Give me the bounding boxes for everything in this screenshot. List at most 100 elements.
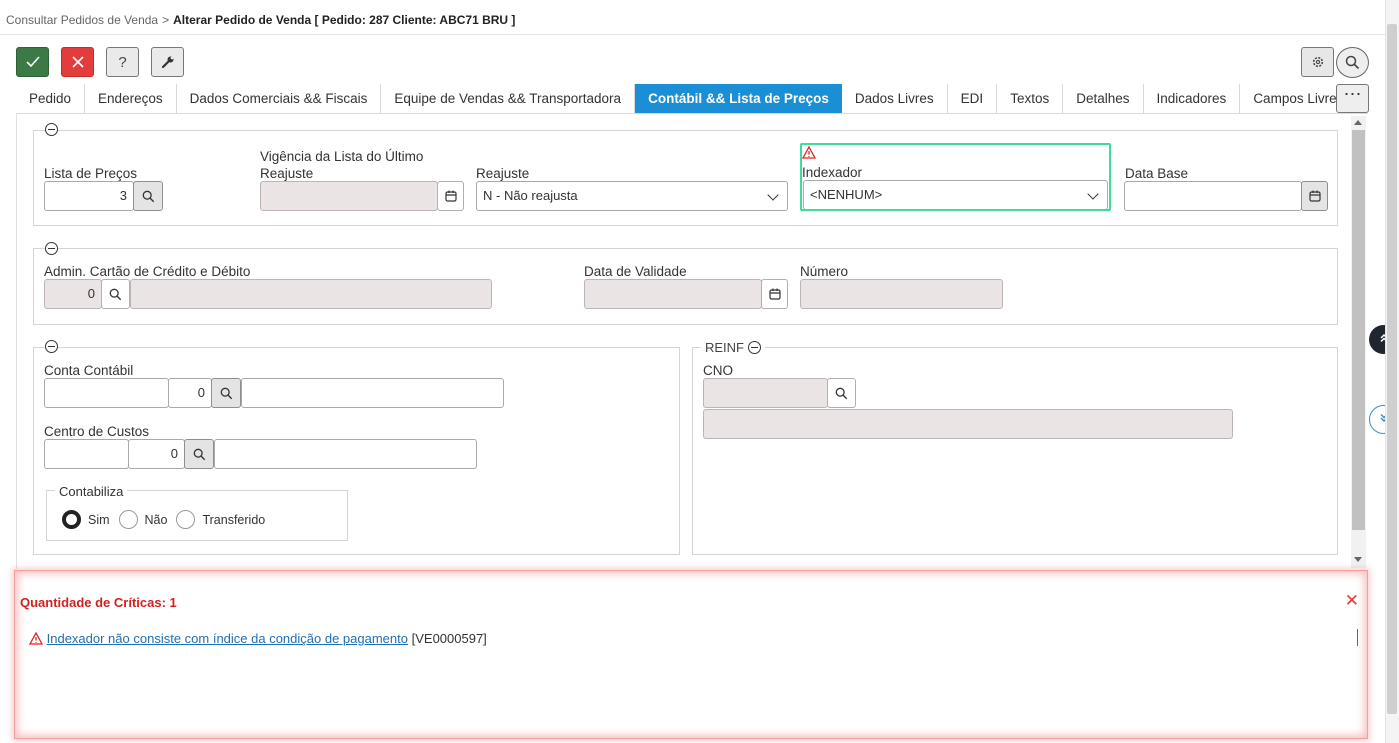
more-icon: ⋯ [1343, 84, 1362, 104]
collapse-panel-contabil-icon[interactable] [45, 340, 58, 353]
vigencia-label-line1: Vigência da Lista do Último [260, 149, 424, 164]
contabiliza-radio-group: Sim Não Transferido [62, 510, 274, 529]
reinf-title: REINF [705, 340, 744, 355]
centro-custos-search-button[interactable] [184, 439, 214, 469]
breadcrumb-parent-link[interactable]: Consultar Pedidos de Venda [6, 13, 158, 27]
tools-button[interactable] [151, 47, 184, 77]
indexador-selected-value: <NENHUM> [810, 187, 883, 202]
lista-precos-search-button[interactable] [133, 181, 163, 211]
admin-cartao-code-input[interactable]: 0 [44, 279, 102, 309]
collapse-panel-admin-icon[interactable] [45, 242, 58, 255]
search-icon [1345, 55, 1360, 70]
calendar-icon [444, 190, 457, 202]
calendar-icon [1308, 190, 1321, 202]
critics-item: Indexador não consiste com índice da con… [28, 631, 487, 646]
vigencia-input[interactable] [260, 181, 438, 211]
centro-custos-input[interactable] [44, 439, 129, 469]
cancel-button[interactable] [61, 47, 94, 77]
tabs-divider [16, 113, 1368, 114]
tab-equipe-vendas-transportadora[interactable]: Equipe de Vendas && Transportadora [381, 84, 636, 113]
data-base-input[interactable] [1124, 181, 1302, 211]
wrench-icon [161, 56, 173, 69]
lista-precos-input[interactable]: 3 [44, 181, 134, 211]
admin-cartao-search-button[interactable] [101, 279, 130, 309]
check-icon [25, 56, 40, 68]
centro-custos-description [214, 439, 477, 469]
settings-button[interactable] [1301, 47, 1334, 77]
scroll-up-arrow-icon[interactable] [1354, 120, 1362, 125]
content-border [16, 113, 17, 569]
reinf-legend: REINF [701, 340, 765, 355]
admin-cartao-description [130, 279, 492, 309]
gear-icon [1312, 56, 1323, 68]
data-base-calendar-button[interactable] [1301, 181, 1328, 211]
reajuste-select[interactable]: N - Não reajusta [476, 181, 788, 211]
content-scrollbar-thumb[interactable] [1352, 130, 1365, 530]
help-button[interactable]: ? [106, 47, 139, 77]
collapse-panel-reinf-icon[interactable] [748, 341, 761, 354]
global-search-button[interactable] [1336, 47, 1369, 78]
data-validade-calendar-button[interactable] [761, 279, 788, 309]
tab-indicadores[interactable]: Indicadores [1144, 84, 1241, 113]
data-validade-label: Data de Validade [584, 264, 687, 279]
vigencia-calendar-button[interactable] [437, 181, 464, 211]
tab-contabil-lista-precos[interactable]: Contábil && Lista de Preços [635, 84, 842, 113]
radio-sim[interactable]: Sim [62, 510, 110, 529]
cno-description [703, 409, 1233, 439]
conta-contabil-description [241, 378, 504, 408]
breadcrumb: Consultar Pedidos de Venda > Alterar Pedid… [6, 13, 515, 27]
tab-detalhes[interactable]: Detalhes [1063, 84, 1144, 113]
radio-nao-indicator[interactable] [118, 510, 138, 529]
critics-item-link[interactable]: Indexador não consiste com índice da con… [47, 631, 408, 646]
centro-custos-code-input[interactable]: 0 [128, 439, 185, 469]
conta-contabil-search-button[interactable] [211, 378, 241, 408]
centro-custos-label: Centro de Custos [44, 424, 150, 439]
confirm-button[interactable] [16, 47, 49, 77]
cno-input[interactable] [703, 378, 828, 408]
tab-dados-comerciais-fiscais[interactable]: Dados Comerciais && Fiscais [177, 84, 382, 113]
collapse-panel-precos-icon[interactable] [45, 123, 58, 136]
search-icon [109, 288, 122, 300]
tab-edi[interactable]: EDI [948, 84, 998, 113]
chevron-down-icon [767, 189, 779, 201]
numero-label: Número [800, 264, 849, 279]
radio-sim-indicator[interactable] [62, 510, 81, 529]
cno-search-button[interactable] [827, 378, 856, 408]
radio-nao[interactable]: Não [118, 510, 168, 529]
data-base-label: Data Base [1125, 166, 1189, 181]
lista-precos-label: Lista de Preços [44, 166, 138, 181]
page-scrollbar-thumb[interactable] [1387, 24, 1397, 714]
critics-cursor-bar [1357, 629, 1358, 646]
search-icon [142, 190, 154, 202]
calendar-icon [768, 288, 781, 300]
conta-contabil-code-input[interactable]: 0 [168, 378, 212, 408]
numero-input[interactable] [800, 279, 1003, 309]
data-validade-input[interactable] [584, 279, 762, 309]
critics-title: Quantidade de Críticas: 1 [20, 595, 177, 610]
help-icon: ? [118, 53, 127, 71]
radio-transferido[interactable]: Transferido [176, 510, 265, 529]
radio-transferido-indicator[interactable] [176, 510, 196, 529]
scroll-down-arrow-icon[interactable] [1354, 557, 1362, 562]
search-icon [193, 448, 205, 460]
indexador-select[interactable]: <NENHUM> [803, 180, 1108, 210]
cno-label: CNO [703, 363, 733, 378]
radio-transferido-label: Transferido [202, 512, 266, 527]
admin-cartao-label: Admin. Cartão de Crédito e Débito [44, 264, 251, 279]
radio-nao-label: Não [144, 512, 168, 527]
chevron-down-icon [1087, 188, 1099, 200]
tabs-more-button[interactable]: ⋯ [1336, 84, 1369, 113]
tab-pedido[interactable]: Pedido [16, 84, 86, 113]
tab-enderecos[interactable]: Endereços [85, 84, 177, 113]
tab-textos[interactable]: Textos [997, 84, 1064, 113]
tab-dados-livres[interactable]: Dados Livres [842, 84, 948, 113]
conta-contabil-label: Conta Contábil [44, 363, 134, 378]
reajuste-label: Reajuste [476, 166, 530, 181]
critics-panel: Quantidade de Críticas: 1 ✕ Indexador nã… [14, 570, 1368, 739]
critics-close-icon[interactable]: ✕ [1345, 591, 1359, 611]
critics-item-code: [VE0000597] [411, 631, 487, 646]
conta-contabil-input[interactable] [44, 378, 169, 408]
close-icon [71, 56, 84, 68]
tab-campos-livres[interactable]: Campos Livres [1240, 84, 1341, 113]
search-icon [220, 387, 232, 399]
